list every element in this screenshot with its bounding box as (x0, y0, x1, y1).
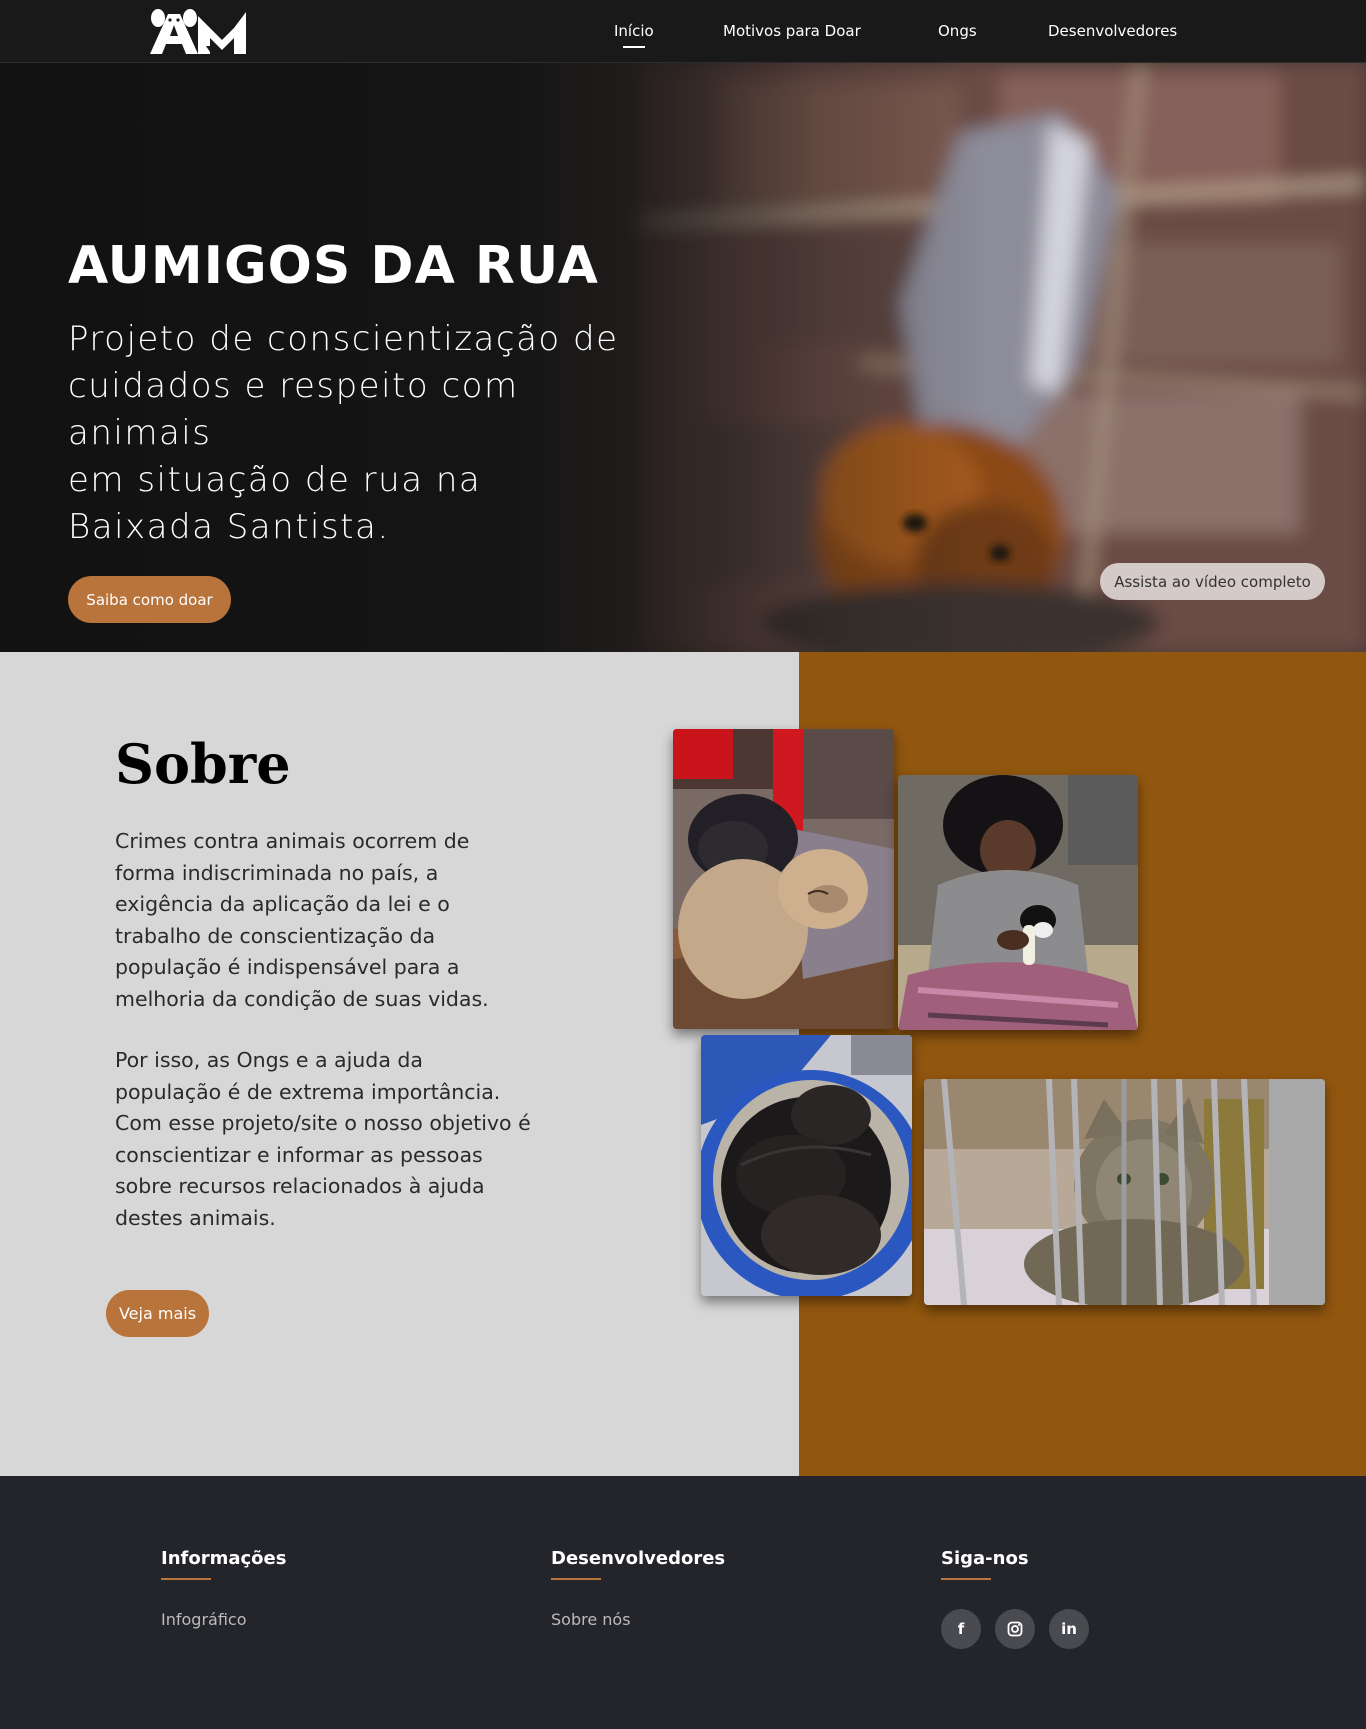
hero-title: AUMIGOS DA RUA (68, 236, 599, 296)
hero-subtitle-line: Baixada Santista. (68, 507, 390, 547)
instagram-icon[interactable] (995, 1609, 1035, 1649)
nav-link-motivos-para-doar[interactable]: Motivos para Doar (723, 22, 861, 40)
nav-link-ongs[interactable]: Ongs (938, 22, 977, 40)
footer-heading-informacoes: Informações (161, 1548, 287, 1580)
hero-subtitle-line: animais (68, 413, 212, 453)
watch-video-button[interactable]: Assista ao vídeo completo (1100, 563, 1325, 600)
hero-subtitle-line: em situação de rua na (68, 460, 482, 500)
footer-heading-desenvolvedores: Desenvolvedores (551, 1548, 726, 1580)
navbar: Início Motivos para Doar Ongs Desenvolve… (0, 0, 1366, 63)
main-nav: Início Motivos para Doar Ongs Desenvolve… (0, 0, 1366, 63)
nav-link-desenvolvedores[interactable]: Desenvolvedores (1048, 22, 1177, 40)
footer-link-infografico[interactable]: Infográfico (161, 1610, 246, 1629)
about-section: Sobre Crimes contra animais ocorrem de f… (0, 652, 1366, 1476)
about-paragraph-1: Crimes contra animais ocorrem de forma i… (115, 829, 489, 1011)
footer-link-sobre-nos[interactable]: Sobre nós (551, 1610, 631, 1629)
about-title: Sobre (115, 732, 291, 796)
hero-subtitle-line: cuidados e respeito com (68, 366, 519, 406)
instagram-glyph (1007, 1621, 1023, 1637)
kitten-in-cage-photo (924, 1079, 1325, 1305)
nav-link-inicio[interactable]: Início (614, 22, 654, 40)
hero-subtitle-line: Projeto de conscientização de (68, 319, 619, 359)
donate-button[interactable]: Saiba como doar (68, 576, 231, 623)
hero-subtitle: Projeto de conscientização de cuidados e… (68, 316, 668, 551)
see-more-button[interactable]: Veja mais (106, 1290, 209, 1337)
black-puppies-bed-photo (701, 1035, 912, 1296)
puppies-sleeping-photo (673, 729, 894, 1029)
linkedin-icon[interactable]: in (1049, 1609, 1089, 1649)
person-feeding-kitten-photo (898, 775, 1138, 1030)
footer-heading-siga-nos: Siga-nos (941, 1548, 1029, 1580)
facebook-icon[interactable]: f (941, 1609, 981, 1649)
footer: Informações Infográfico Desenvolvedores … (0, 1476, 1366, 1729)
about-paragraph-2: Por isso, as Ongs e a ajuda da população… (115, 1048, 531, 1230)
